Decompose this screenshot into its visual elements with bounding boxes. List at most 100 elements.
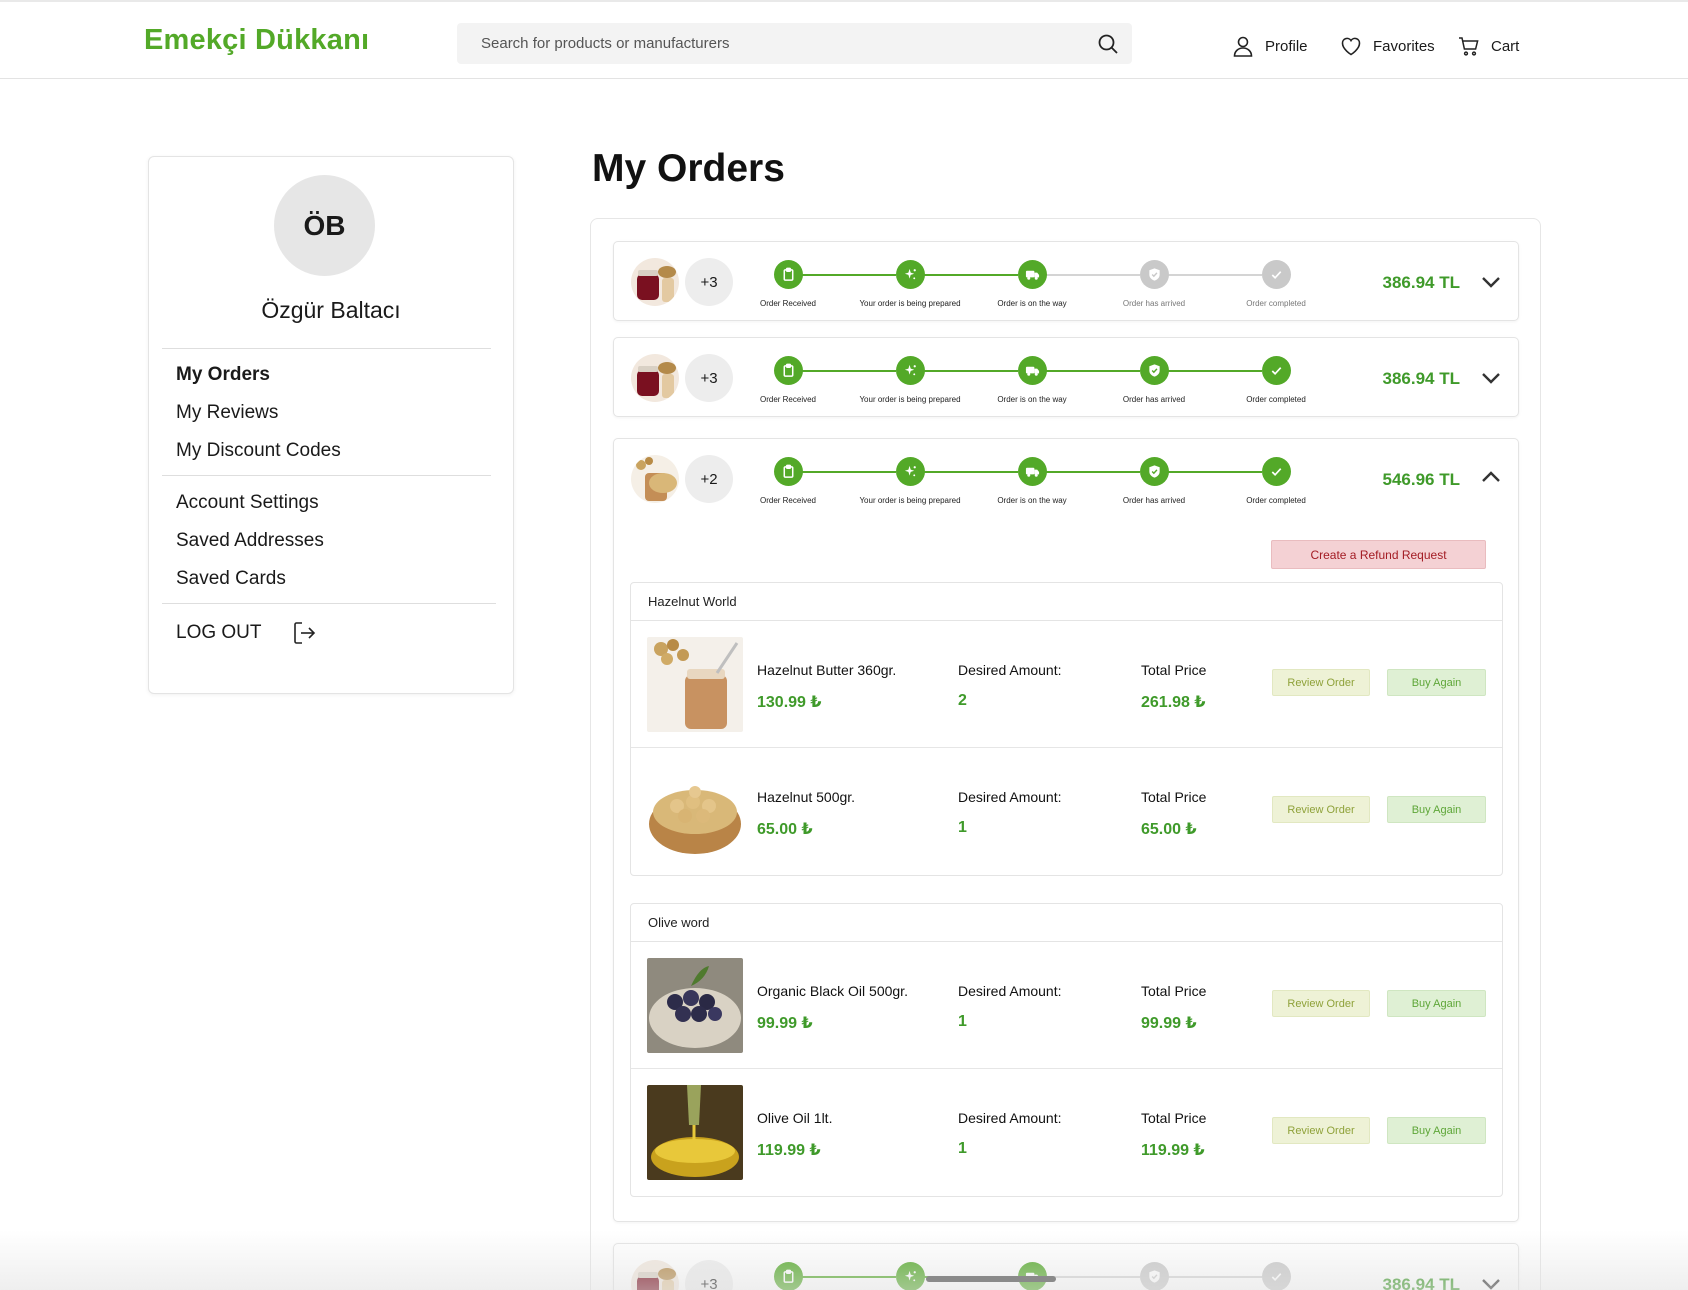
step-label: Order Received bbox=[759, 395, 817, 404]
total-price-value: 119.99 ₺ bbox=[1141, 1142, 1205, 1159]
top-header: Emekçi Dükkanı Profile Favorites Cart bbox=[0, 0, 1688, 79]
logout-label: LOG OUT bbox=[176, 622, 262, 643]
desired-amount-label: Desired Amount: bbox=[958, 789, 1062, 805]
sidebar-item-my-orders[interactable]: My Orders bbox=[176, 364, 270, 386]
review-order-button[interactable]: Review Order bbox=[1272, 990, 1370, 1017]
product-image[interactable] bbox=[647, 764, 743, 859]
search-input[interactable] bbox=[481, 23, 1061, 64]
sidebar-item-account-settings[interactable]: Account Settings bbox=[176, 492, 319, 514]
total-price-label: Total Price bbox=[1141, 983, 1207, 999]
order-card[interactable]: +3 Order ReceivedYour order is being pre… bbox=[613, 241, 1519, 321]
tracker-step-received: Order Received bbox=[723, 457, 853, 505]
sidebar-item-saved-cards[interactable]: Saved Cards bbox=[176, 568, 286, 590]
order-item: Hazelnut 500gr. 65.00 ₺ Desired Amount: … bbox=[631, 748, 1502, 875]
sidebar-item-my-reviews[interactable]: My Reviews bbox=[176, 402, 278, 424]
buy-again-button[interactable]: Buy Again bbox=[1387, 796, 1486, 823]
tracker-step-arrived: Order has arrived bbox=[1089, 457, 1219, 505]
buy-again-button[interactable]: Buy Again bbox=[1387, 990, 1486, 1017]
chevron-up-icon[interactable] bbox=[1478, 464, 1504, 490]
step-label: Your order is being prepared bbox=[859, 395, 961, 404]
nav-cart[interactable]: Cart bbox=[1457, 32, 1519, 60]
step-label: Order has arrived bbox=[1122, 496, 1186, 505]
order-tracker: Order Received Your order is being prepar… bbox=[760, 457, 1374, 517]
shop-name: Olive word bbox=[631, 904, 1502, 942]
product-thumbnail bbox=[631, 258, 679, 306]
review-order-button[interactable]: Review Order bbox=[1272, 1117, 1370, 1144]
chevron-down-icon[interactable] bbox=[1478, 365, 1504, 391]
order-total: 386.94 TL bbox=[1382, 273, 1461, 292]
product-image[interactable] bbox=[647, 958, 743, 1053]
buy-again-button[interactable]: Buy Again bbox=[1387, 669, 1486, 696]
step-dot bbox=[773, 260, 803, 289]
step-dot bbox=[1139, 457, 1169, 486]
site-logo[interactable]: Emekçi Dükkanı bbox=[144, 24, 369, 57]
nav-favorites[interactable]: Favorites bbox=[1339, 32, 1435, 60]
tracker-step-received: Order Received bbox=[723, 356, 853, 404]
tracker-step-on-way: Order is on the way bbox=[967, 356, 1097, 404]
product-price: 65.00 ₺ bbox=[757, 821, 813, 838]
step-dot bbox=[895, 457, 925, 486]
step-dot bbox=[1139, 356, 1169, 385]
sidebar-item-saved-addresses[interactable]: Saved Addresses bbox=[176, 530, 324, 552]
avatar: ÖB bbox=[274, 175, 375, 276]
step-label: Order is on the way bbox=[997, 496, 1067, 505]
shop-name: Hazelnut World bbox=[631, 583, 1502, 621]
order-item: Olive Oil 1lt. 119.99 ₺ Desired Amount: … bbox=[631, 1069, 1502, 1196]
logout-button[interactable]: LOG OUT bbox=[176, 619, 318, 647]
truck-icon bbox=[1025, 270, 1039, 280]
order-item: Organic Black Oil 500gr. 99.99 ₺ Desired… bbox=[631, 942, 1502, 1069]
product-name[interactable]: Organic Black Oil 500gr. bbox=[757, 983, 908, 999]
product-image[interactable] bbox=[647, 637, 743, 732]
buy-again-button[interactable]: Buy Again bbox=[1387, 1117, 1486, 1144]
product-image[interactable] bbox=[647, 1085, 743, 1180]
chevron-down-icon[interactable] bbox=[1478, 269, 1504, 295]
product-thumbnail bbox=[631, 455, 679, 503]
clipboard-icon bbox=[783, 464, 793, 478]
nav-profile[interactable]: Profile bbox=[1231, 32, 1308, 60]
product-thumbnail bbox=[631, 1260, 679, 1290]
product-price: 119.99 ₺ bbox=[757, 1142, 821, 1159]
nav-cart-label: Cart bbox=[1491, 37, 1520, 55]
order-total: 546.96 TL bbox=[1382, 470, 1461, 489]
step-label: Order Received bbox=[759, 496, 817, 505]
tracker-step-on-way: Order is on the way bbox=[967, 457, 1097, 505]
desired-amount-value: 1 bbox=[958, 819, 967, 836]
step-label: Order is on the way bbox=[997, 395, 1067, 404]
horizontal-scrollbar[interactable] bbox=[926, 1276, 1056, 1282]
check-icon bbox=[1271, 367, 1281, 375]
order-card[interactable]: +3 Order ReceivedYour order is being pre… bbox=[613, 1243, 1519, 1290]
review-order-button[interactable]: Review Order bbox=[1272, 669, 1370, 696]
chevron-down-icon[interactable] bbox=[1478, 1271, 1504, 1290]
clipboard-icon bbox=[783, 267, 793, 281]
product-name[interactable]: Olive Oil 1lt. bbox=[757, 1110, 832, 1126]
product-thumbnail bbox=[631, 354, 679, 402]
sidebar-item-discount-codes[interactable]: My Discount Codes bbox=[176, 440, 341, 462]
check-icon bbox=[1271, 271, 1281, 279]
step-dot bbox=[773, 356, 803, 385]
sidebar-divider bbox=[162, 348, 491, 349]
step-dot bbox=[1017, 356, 1047, 385]
sparkle-icon bbox=[904, 268, 916, 280]
product-name[interactable]: Hazelnut Butter 360gr. bbox=[757, 662, 896, 678]
review-order-button[interactable]: Review Order bbox=[1272, 796, 1370, 823]
order-card[interactable]: +3 Order ReceivedYour order is being pre… bbox=[613, 337, 1519, 417]
step-label: Your order is being prepared bbox=[859, 299, 961, 308]
shield-check-icon bbox=[1148, 364, 1160, 377]
step-dot bbox=[1139, 1262, 1169, 1290]
desired-amount-value: 1 bbox=[958, 1013, 967, 1030]
step-dot bbox=[1261, 260, 1291, 289]
product-price: 99.99 ₺ bbox=[757, 1015, 813, 1032]
user-icon bbox=[1233, 36, 1253, 57]
check-icon bbox=[1271, 1273, 1281, 1281]
nav-profile-label: Profile bbox=[1265, 37, 1308, 55]
sparkle-icon bbox=[904, 364, 916, 376]
step-dot bbox=[1261, 457, 1291, 486]
shield-check-icon bbox=[1148, 1270, 1160, 1283]
order-card-expanded: +2 Order Received Your order is being pre… bbox=[613, 438, 1519, 1222]
refund-request-button[interactable]: Create a Refund Request bbox=[1271, 540, 1486, 569]
product-name[interactable]: Hazelnut 500gr. bbox=[757, 789, 855, 805]
search-icon[interactable] bbox=[1096, 32, 1120, 56]
step-dot bbox=[1261, 1262, 1291, 1290]
shield-check-icon bbox=[1148, 268, 1160, 281]
tracker-step-on-way: Order is on the way bbox=[967, 260, 1097, 308]
